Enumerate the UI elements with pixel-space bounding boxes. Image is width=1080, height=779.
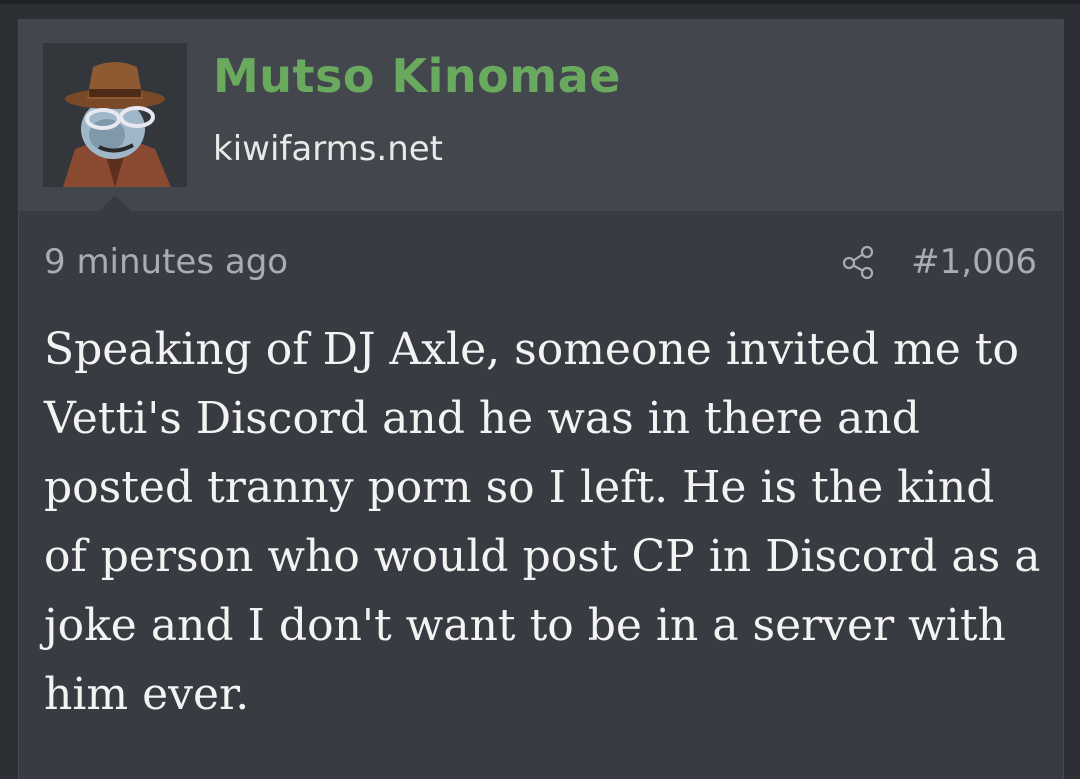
post-message: Speaking of DJ Axle, someone invited me … — [44, 324, 1041, 720]
share-icon — [842, 245, 874, 280]
top-divider — [0, 0, 1080, 4]
post-user-block: Mutso Kinomae kiwifarms.net — [19, 19, 1063, 211]
post-number[interactable]: #1,006 — [911, 242, 1037, 282]
post-timestamp[interactable]: 9 minutes ago — [44, 242, 288, 282]
username[interactable]: Mutso Kinomae — [213, 49, 621, 103]
user-title: kiwifarms.net — [213, 129, 444, 169]
detective-avatar-icon — [43, 43, 187, 187]
share-button[interactable] — [839, 241, 879, 281]
user-block-arrow — [99, 195, 131, 211]
forum-post: Mutso Kinomae kiwifarms.net 9 minutes ag… — [18, 19, 1064, 779]
user-avatar[interactable] — [43, 43, 187, 187]
